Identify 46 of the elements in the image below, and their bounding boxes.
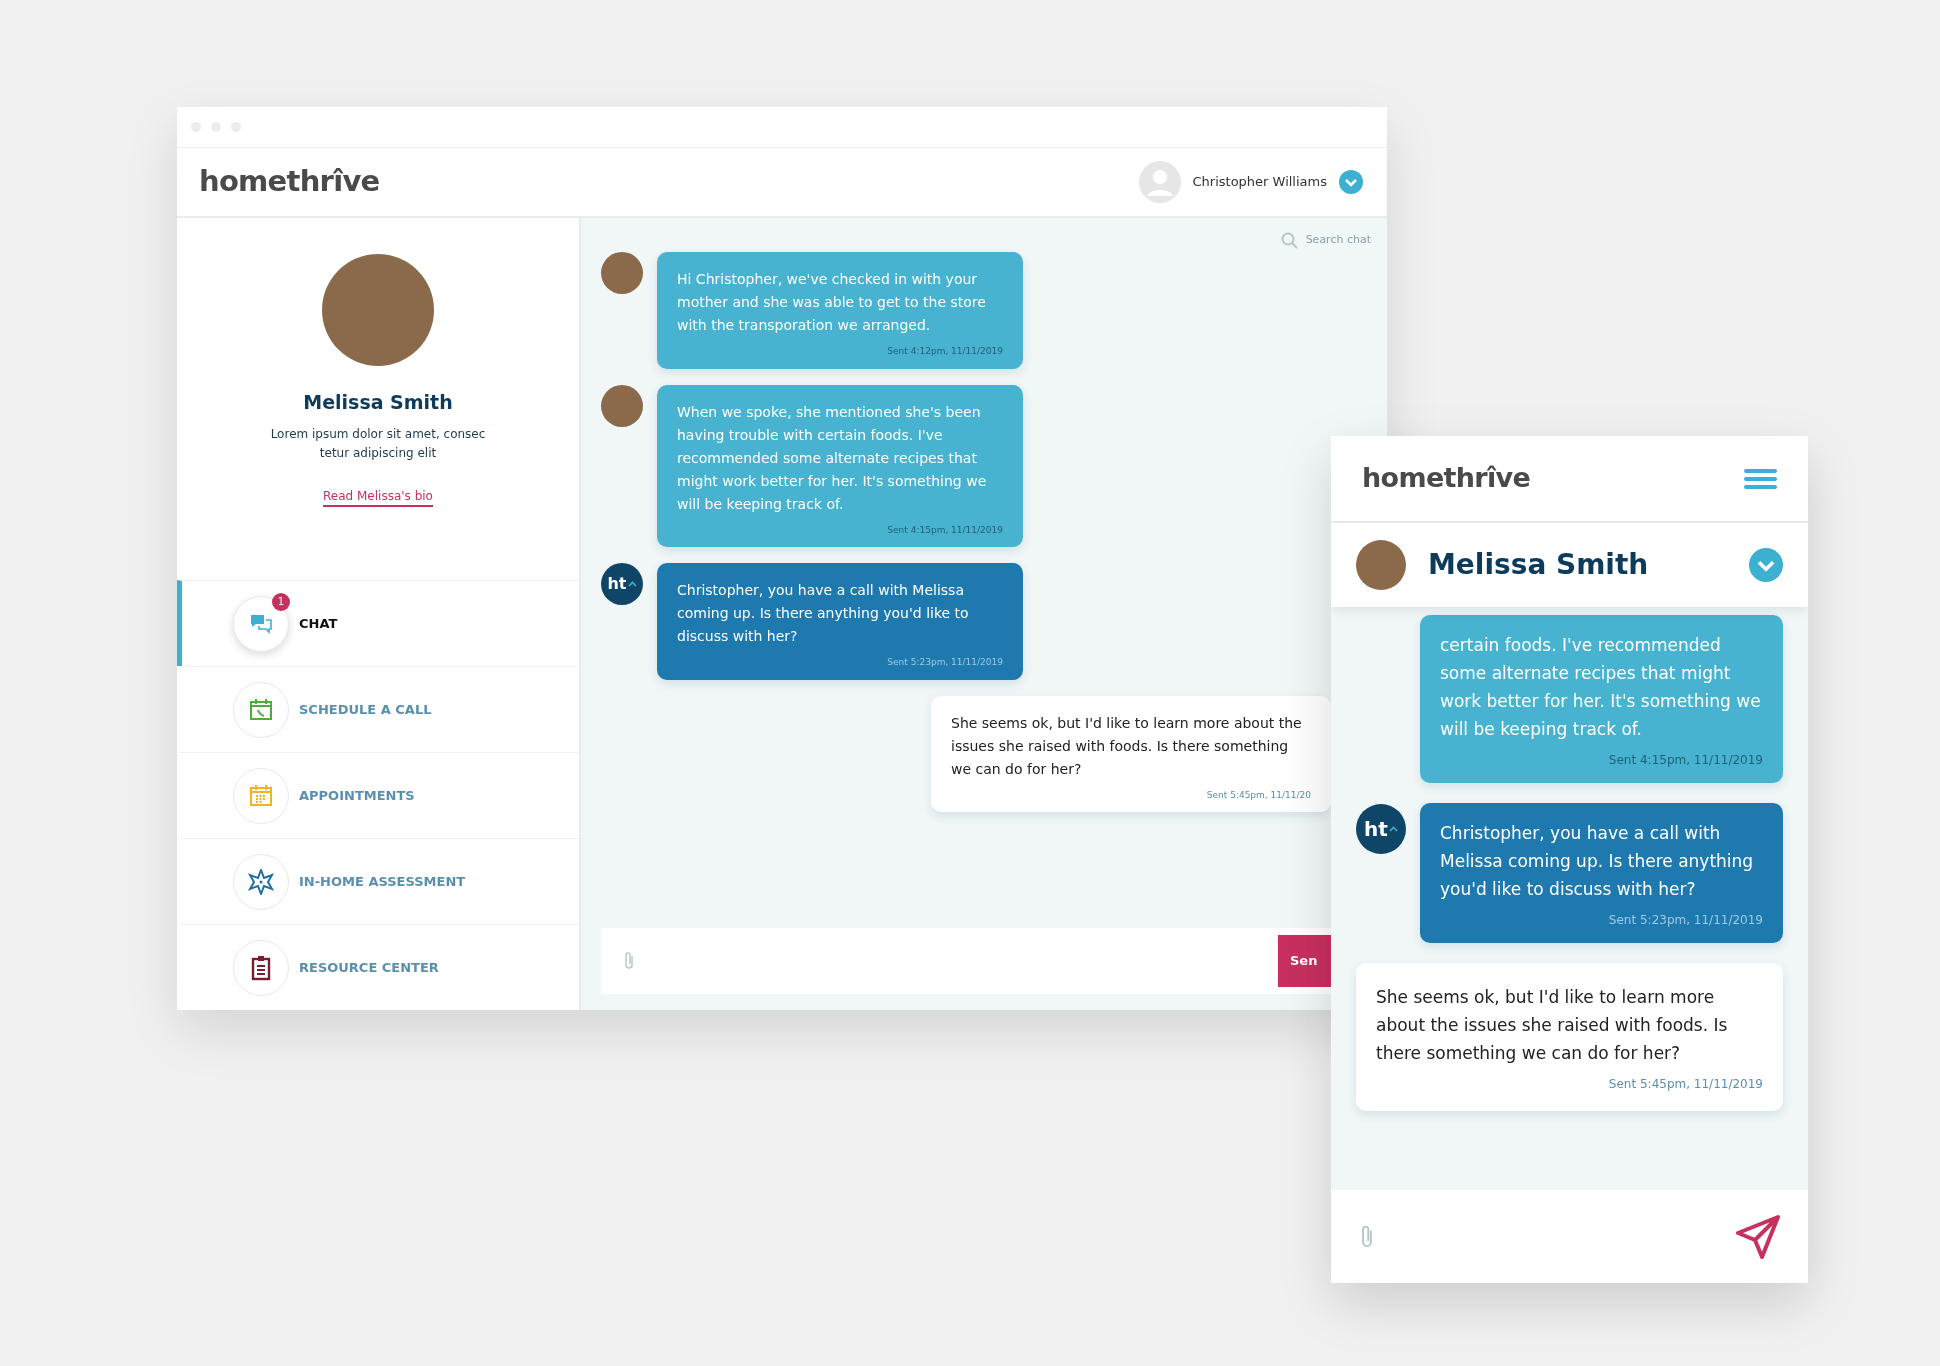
logo[interactable]: homethrîve — [1362, 458, 1531, 499]
message-input-bar[interactable]: Sen — [601, 928, 1331, 994]
logo-avatar: ht — [1356, 804, 1406, 854]
bio-link[interactable]: Read Melissa's bio — [323, 486, 433, 507]
paperclip-icon[interactable] — [623, 951, 635, 971]
logo-avatar: ht — [601, 563, 643, 605]
caret-icon — [1388, 826, 1398, 832]
user-avatar-icon — [1138, 161, 1181, 203]
message-time: Sent 4:15pm, 11/11/2019 — [887, 523, 1003, 537]
send-button[interactable]: Sen — [1278, 935, 1331, 987]
profile-bio: Lorem ipsum dolor sit amet, consec tetur adipiscing elit — [269, 425, 487, 462]
message-text: When we spoke, she mentioned she's been having trouble with certain foods. I've recommended some alternate recipes that might work better for her. It's something we will be keeping track of. — [677, 402, 988, 514]
message-input-bar[interactable] — [1331, 1190, 1808, 1283]
nav-item[interactable]: APPOINTMENTS — [177, 752, 579, 838]
menu-icon[interactable] — [1744, 467, 1777, 490]
message-time: Sent 4:12pm, 11/11/2019 — [887, 345, 1003, 358]
compass-star-icon — [248, 868, 274, 895]
message-time: Sent 5:45pm, 11/11/20 — [1206, 788, 1311, 802]
chevron-down-icon[interactable] — [1339, 170, 1363, 194]
nav-item[interactable]: SCHEDULE A CALL — [177, 666, 579, 752]
search-icon — [1280, 231, 1298, 249]
message-text: certain foods. I've recommended some alternate recipes that might work better for her. It's something we will be keeping track of. — [1440, 634, 1762, 741]
message-time: Sent 5:45pm, 11/11/2019 — [1608, 1076, 1763, 1093]
message-text: Christopher, you have a call with Melissa coming up. Is there anything you'd like to discuss with her? — [1440, 822, 1755, 901]
chevron-down-icon[interactable] — [1749, 548, 1783, 582]
message-time: Sent 4:15pm, 11/11/2019 — [1608, 752, 1763, 769]
nav-item[interactable]: 1 CHAT — [177, 580, 579, 666]
send-icon[interactable] — [1736, 1214, 1780, 1259]
nav-item[interactable]: RESOURCE CENTER — [177, 924, 579, 1010]
caret-icon — [627, 581, 637, 587]
photo-placeholder — [1356, 540, 1406, 590]
nav-item[interactable]: IN-HOME ASSESSMENT — [177, 838, 579, 924]
calendar-phone-icon — [248, 696, 274, 723]
message-time: Sent 5:23pm, 11/11/2019 — [887, 656, 1003, 669]
message-text: She seems ok, but I'd like to learn more about the issues she raised with foods. Is there something we can do for her? — [951, 713, 1303, 779]
message-text: Hi Christopher, we've checked in with your mother and she was able to get to the store with the transporation we arranged. — [677, 270, 987, 335]
contact-name: Melissa Smith — [1428, 547, 1650, 583]
paperclip-icon[interactable] — [1359, 1223, 1375, 1250]
calendar-icon — [248, 782, 274, 809]
message-time: Sent 5:23pm, 11/11/2019 — [1608, 912, 1763, 929]
user-name: Christopher Williams — [1192, 173, 1327, 192]
logo[interactable]: homethrîve — [199, 160, 380, 204]
notification-badge: 1 — [272, 592, 290, 611]
message-text: Christopher, you have a call with Melissa coming up. Is there anything you'd like to discuss with her? — [677, 581, 970, 646]
message-text: She seems ok, but I'd like to learn more about the issues she raised with foods. Is there something we can do for her? — [1376, 986, 1729, 1065]
profile-name: Melissa Smith — [303, 390, 453, 415]
